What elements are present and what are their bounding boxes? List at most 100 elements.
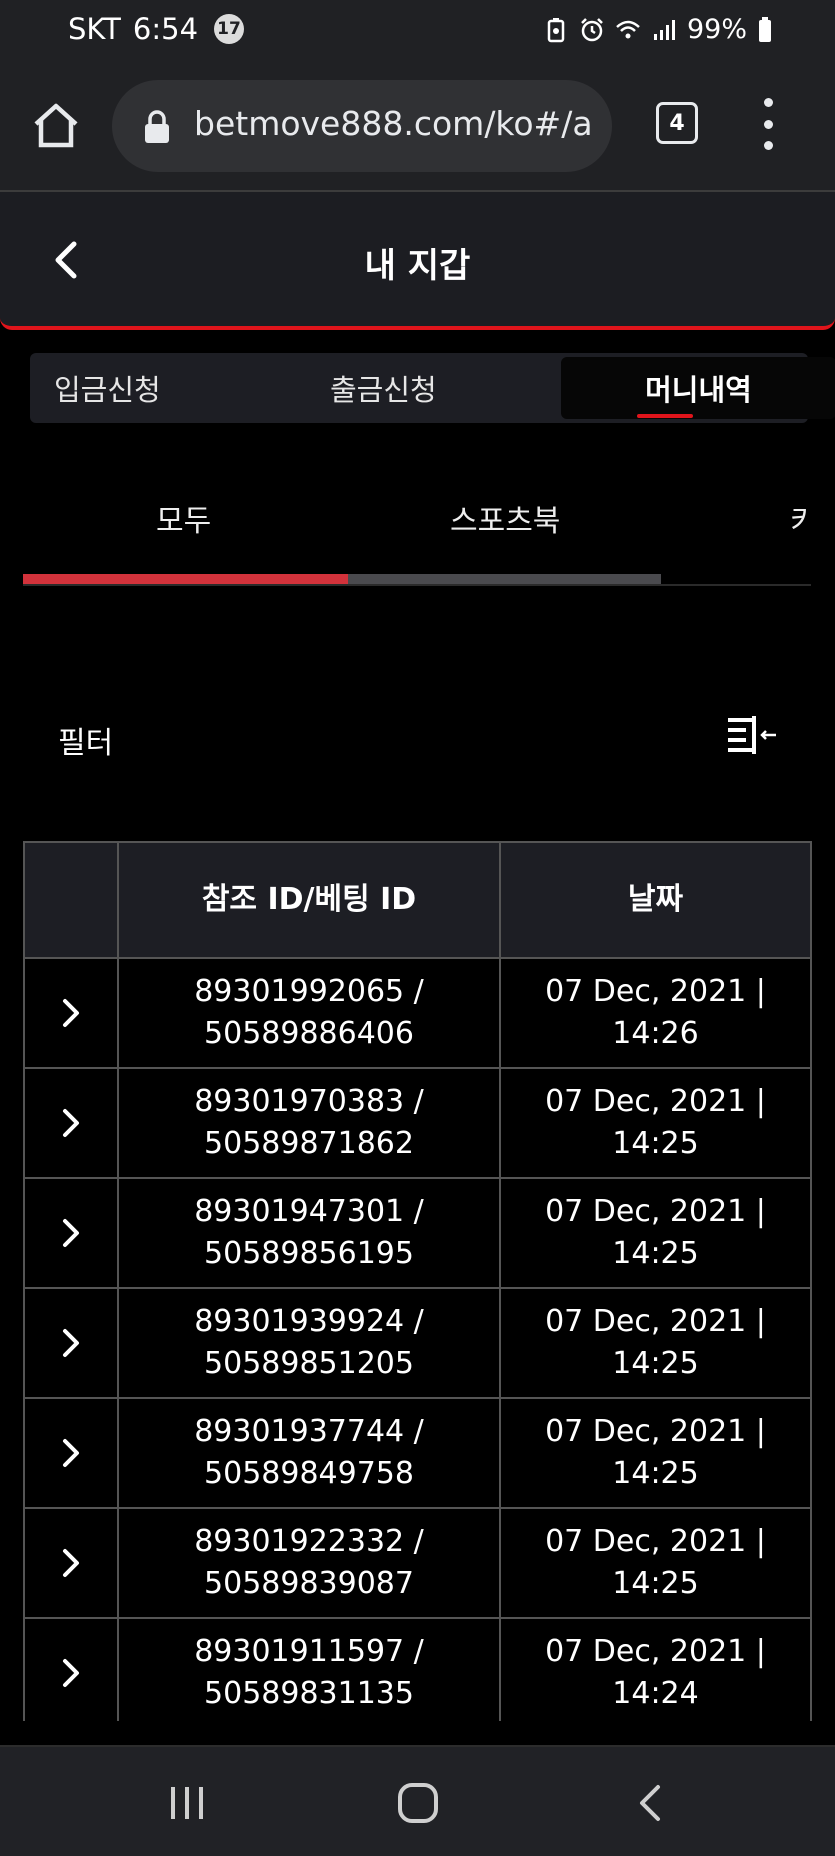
wifi-icon [616,20,640,38]
bet-id: 50589839087 [204,1566,414,1601]
home-icon[interactable] [30,100,82,152]
ref-id: 89301922332 / [194,1524,424,1559]
ref-id-cell: 89301992065 / 50589886406 [119,959,501,1067]
date: 07 Dec, 2021 | [545,1304,766,1339]
tab-switcher-button[interactable]: 4 [656,102,698,144]
date-cell: 07 Dec, 2021 | 14:25 [501,1509,810,1617]
chevron-right-icon[interactable] [60,1216,82,1250]
date: 07 Dec, 2021 | [545,1524,766,1559]
row-expand-cell[interactable] [25,1289,119,1397]
bet-id: 50589856195 [204,1236,414,1271]
date-cell: 07 Dec, 2021 | 14:25 [501,1179,810,1287]
table-row[interactable]: 89301922332 / 50589839087 07 Dec, 2021 | 1… [25,1507,810,1617]
table-row[interactable]: 89301992065 / 50589886406 07 Dec, 2021 | 1… [25,957,810,1067]
row-expand-cell[interactable] [25,959,119,1067]
time: 14:26 [612,1016,699,1051]
recent-apps-icon[interactable] [165,1781,209,1825]
system-navigation-bar [0,1745,835,1856]
ref-id-cell: 89301911597 / 50589831135 [119,1619,501,1721]
table-row[interactable]: 89301970383 / 50589871862 07 Dec, 2021 | 1… [25,1067,810,1177]
active-tab-indicator [637,414,693,418]
chevron-right-icon[interactable] [60,1106,82,1140]
date-cell: 07 Dec, 2021 | 14:25 [501,1289,810,1397]
page-title: 내 지갑 [364,246,471,286]
date-cell: 07 Dec, 2021 | 14:25 [501,1069,810,1177]
clock: 6:54 [132,12,199,46]
bet-id: 50589849758 [204,1456,414,1491]
chevron-right-icon[interactable] [60,1656,82,1690]
ref-id: 89301937744 / [194,1414,424,1449]
bet-id: 50589831135 [204,1676,414,1711]
date: 07 Dec, 2021 | [545,1414,766,1449]
battery-saver-icon [547,17,565,42]
tab-money-history[interactable]: 머니내역 [561,357,835,419]
status-bar: SKT 6:54 17 99% [0,0,835,64]
header-cell-ref-id: 참조 ID/베팅 ID [119,843,501,957]
category-tab-next[interactable]: 키 [790,496,811,540]
notification-count-badge: 17 [214,14,245,44]
status-left: SKT 6:54 17 [68,12,245,46]
ref-id-cell: 89301922332 / 50589839087 [119,1509,501,1617]
ref-id: 89301992065 / [194,974,424,1009]
table-row[interactable]: 89301937744 / 50589849758 07 Dec, 2021 | 1… [25,1397,810,1507]
back-nav-icon[interactable] [630,1781,674,1825]
ref-id: 89301947301 / [194,1194,424,1229]
carrier-label: SKT [68,12,121,46]
status-right: 99% [543,14,773,45]
row-expand-cell[interactable] [25,1619,119,1721]
date-cell: 07 Dec, 2021 | 14:25 [501,1399,810,1507]
category-tab-sportsbook[interactable]: 스포츠북 [450,496,560,540]
row-expand-cell[interactable] [25,1069,119,1177]
time: 14:25 [612,1126,699,1161]
time: 14:25 [612,1566,699,1601]
time: 14:25 [612,1456,699,1491]
filter-collapse-icon[interactable] [726,714,778,758]
chevron-right-icon[interactable] [60,1326,82,1360]
tab-withdraw-request[interactable]: 출금신청 [330,353,437,423]
wallet-tab-bar: 입금신청 출금신청 머니내역 [30,353,835,423]
date: 07 Dec, 2021 | [545,1194,766,1229]
table-row[interactable]: 89301947301 / 50589856195 07 Dec, 2021 | 1… [25,1177,810,1287]
row-expand-cell[interactable] [25,1509,119,1617]
ref-id-cell: 89301937744 / 50589849758 [119,1399,501,1507]
ref-id: 89301970383 / [194,1084,424,1119]
ref-id: 89301939924 / [194,1304,424,1339]
signal-icon [653,19,675,40]
table-row[interactable]: 89301911597 / 50589831135 07 Dec, 2021 | 1… [25,1617,810,1721]
time: 14:24 [612,1676,699,1711]
time: 14:25 [612,1236,699,1271]
category-scroll-track [23,584,811,586]
category-tab-all[interactable]: 모두 [156,496,211,540]
alarm-icon [581,17,603,41]
date: 07 Dec, 2021 | [545,1084,766,1119]
table-row[interactable]: 89301939924 / 50589851205 07 Dec, 2021 | 1… [25,1287,810,1397]
tab-deposit-request[interactable]: 입금신청 [54,353,161,423]
money-history-table: 참조 ID/베팅 ID 날짜 89301992065 / 50589886406 … [23,841,812,1721]
browser-toolbar: betmove888.com/ko#/a 4 [0,64,835,192]
bet-id: 50589886406 [204,1016,414,1051]
header-cell-date: 날짜 [627,882,684,917]
category-active-indicator [23,574,348,584]
date-cell: 07 Dec, 2021 | 14:24 [501,1619,810,1721]
address-bar[interactable]: betmove888.com/ko#/a [112,80,612,172]
date-cell: 07 Dec, 2021 | 14:26 [501,959,810,1067]
table-header-row: 참조 ID/베팅 ID 날짜 [25,841,810,957]
ref-id: 89301911597 / [194,1634,424,1669]
browser-menu-icon[interactable] [760,98,776,150]
battery-percent: 99% [686,14,747,45]
ref-id-cell: 89301939924 / 50589851205 [119,1289,501,1397]
home-nav-icon[interactable] [396,1781,440,1825]
row-expand-cell[interactable] [25,1179,119,1287]
url-text[interactable]: betmove888.com/ko#/a [194,104,593,143]
ref-id-cell: 89301970383 / 50589871862 [119,1069,501,1177]
time: 14:25 [612,1346,699,1381]
chevron-right-icon[interactable] [60,1436,82,1470]
row-expand-cell[interactable] [25,1399,119,1507]
wallet-header: 내 지갑 [0,192,835,330]
header-cell-expand [25,843,119,957]
battery-icon [759,16,771,42]
chevron-right-icon[interactable] [60,996,82,1030]
chevron-right-icon[interactable] [60,1546,82,1580]
ref-id-cell: 89301947301 / 50589856195 [119,1179,501,1287]
bet-id: 50589851205 [204,1346,414,1381]
